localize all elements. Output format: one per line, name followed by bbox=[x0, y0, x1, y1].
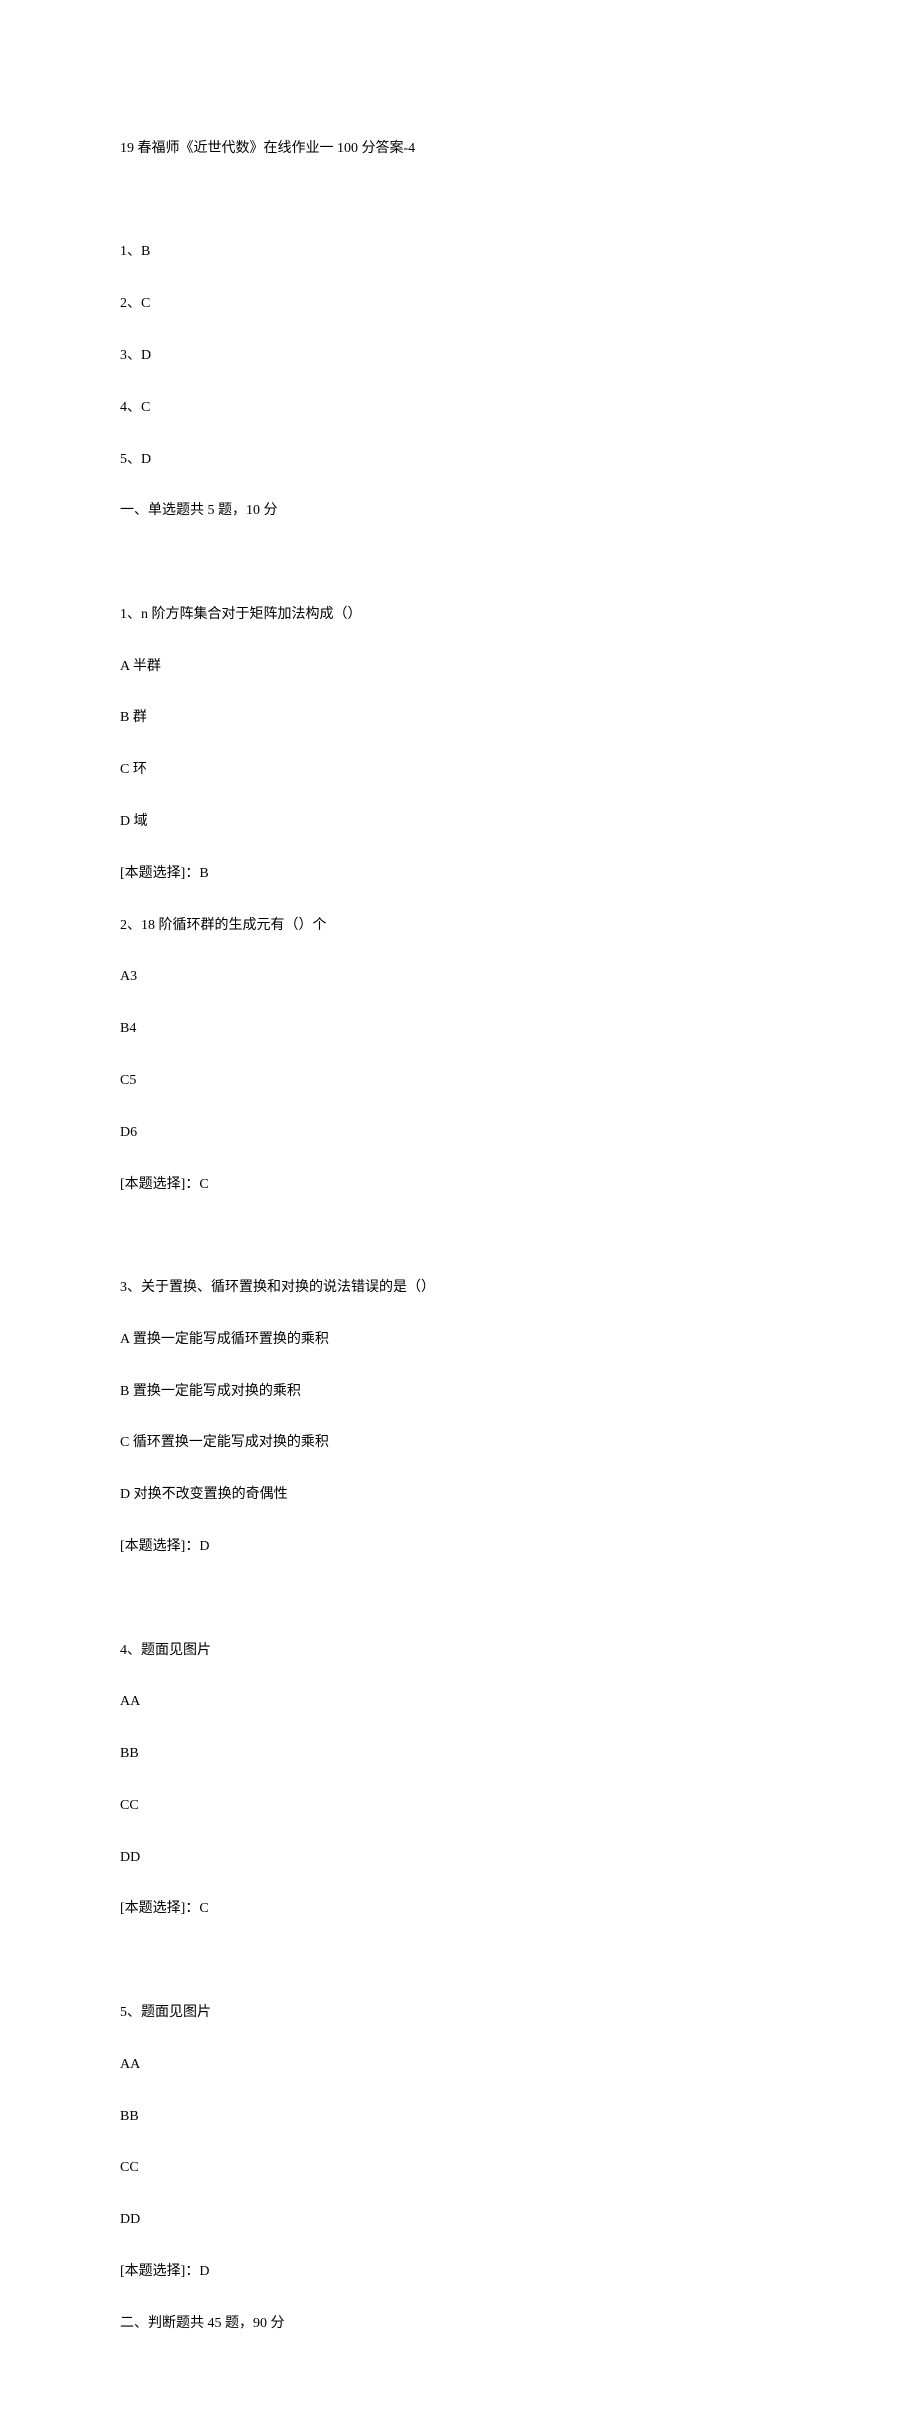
q3-answer: [本题选择]：D bbox=[120, 1534, 800, 1560]
section-2-header: 二、判断题共 45 题，90 分 bbox=[120, 2311, 800, 2337]
q5-stem: 5、题面见图片 bbox=[120, 2000, 800, 2026]
q2-answer: [本题选择]：C bbox=[120, 1172, 800, 1198]
q2-opt-a: A3 bbox=[120, 964, 800, 990]
q4-opt-b: BB bbox=[120, 1741, 800, 1767]
q1-answer: [本题选择]：B bbox=[120, 861, 800, 887]
summary-answer-4: 4、C bbox=[120, 395, 800, 421]
summary-answer-5: 5、D bbox=[120, 447, 800, 473]
q5-answer: [本题选择]：D bbox=[120, 2259, 800, 2285]
q2-opt-c: C5 bbox=[120, 1068, 800, 1094]
q5-opt-b: BB bbox=[120, 2104, 800, 2130]
q4-opt-c: CC bbox=[120, 1793, 800, 1819]
q1-opt-a: A 半群 bbox=[120, 654, 800, 680]
q2-opt-d: D6 bbox=[120, 1120, 800, 1146]
blank-line bbox=[120, 550, 800, 576]
document-body: 19 春福师《近世代数》在线作业一 100 分答案-4 1、B 2、C 3、D … bbox=[120, 110, 800, 2362]
q2-opt-b: B4 bbox=[120, 1016, 800, 1042]
blank-line bbox=[120, 188, 800, 214]
summary-answer-3: 3、D bbox=[120, 343, 800, 369]
q5-opt-c: CC bbox=[120, 2155, 800, 2181]
q2-stem: 2、18 阶循环群的生成元有（）个 bbox=[120, 913, 800, 939]
blank-line bbox=[120, 1948, 800, 1974]
q4-stem: 4、题面见图片 bbox=[120, 1638, 800, 1664]
section-1-header: 一、单选题共 5 题，10 分 bbox=[120, 498, 800, 524]
q3-opt-c: C 循环置换一定能写成对换的乘积 bbox=[120, 1430, 800, 1456]
q1-opt-c: C 环 bbox=[120, 757, 800, 783]
blank-line bbox=[120, 1586, 800, 1612]
q1-stem: 1、n 阶方阵集合对于矩阵加法构成（） bbox=[120, 602, 800, 628]
summary-answer-2: 2、C bbox=[120, 291, 800, 317]
q1-opt-d: D 域 bbox=[120, 809, 800, 835]
q5-opt-d: DD bbox=[120, 2207, 800, 2233]
q3-opt-a: A 置换一定能写成循环置换的乘积 bbox=[120, 1327, 800, 1353]
q3-stem: 3、关于置换、循环置换和对换的说法错误的是（） bbox=[120, 1275, 800, 1301]
summary-answer-1: 1、B bbox=[120, 239, 800, 265]
page-title: 19 春福师《近世代数》在线作业一 100 分答案-4 bbox=[120, 136, 800, 162]
q1-opt-b: B 群 bbox=[120, 705, 800, 731]
q4-opt-d: DD bbox=[120, 1845, 800, 1871]
q3-opt-b: B 置换一定能写成对换的乘积 bbox=[120, 1379, 800, 1405]
q4-opt-a: AA bbox=[120, 1689, 800, 1715]
q5-opt-a: AA bbox=[120, 2052, 800, 2078]
blank-line bbox=[120, 1223, 800, 1249]
q4-answer: [本题选择]：C bbox=[120, 1896, 800, 1922]
q3-opt-d: D 对换不改变置换的奇偶性 bbox=[120, 1482, 800, 1508]
